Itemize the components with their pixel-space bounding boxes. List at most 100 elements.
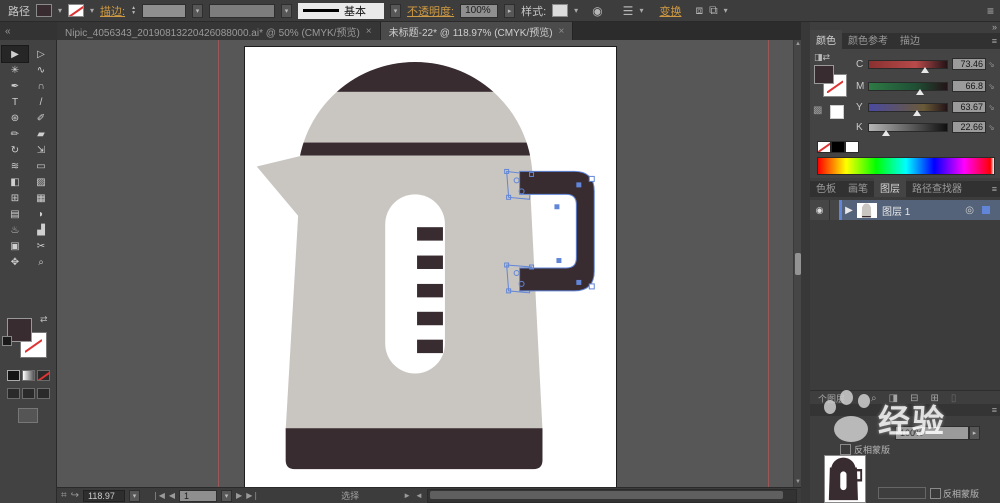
symbol-sprayer-tool[interactable]: ♨ xyxy=(2,222,28,238)
swap-fill-stroke-icon[interactable]: ⇄ xyxy=(40,314,48,325)
object-thumbnail[interactable] xyxy=(824,455,866,503)
artboard[interactable] xyxy=(245,47,616,487)
layer-lock-cell[interactable] xyxy=(830,200,842,220)
invert-mask-checkbox[interactable] xyxy=(840,444,851,455)
yellow-slider[interactable] xyxy=(868,103,948,112)
last-artboard-icon[interactable]: ▶❘ xyxy=(246,491,259,500)
layer-name[interactable]: 图层 1 xyxy=(882,203,910,218)
pencil-tool[interactable]: ✏ xyxy=(2,126,28,142)
perspective-grid-tool[interactable]: ⊞ xyxy=(2,190,28,206)
lasso-tool[interactable]: ∿ xyxy=(28,62,54,78)
select-similar-dropdown-icon[interactable]: ▾ xyxy=(724,6,728,15)
tab-color-guide[interactable]: 颜色参考 xyxy=(842,30,894,49)
eraser-tool[interactable]: ▰ xyxy=(28,126,54,142)
tab-brushes[interactable]: 画笔 xyxy=(842,178,874,197)
document-tab-1-close-icon[interactable]: × xyxy=(366,26,372,37)
fill-stroke-toggle-icon[interactable]: ◨⇄ xyxy=(814,52,830,63)
eyedropper-tool[interactable]: ◗ xyxy=(28,206,54,222)
horizontal-scrollbar[interactable] xyxy=(427,489,797,503)
artboard-number-field[interactable]: 1 xyxy=(179,490,217,502)
mask-thumbnail-placeholder[interactable] xyxy=(878,487,926,499)
align-options-icon[interactable]: ☰ xyxy=(623,4,634,18)
collapse-grid-icon[interactable]: ⌗ xyxy=(61,490,67,501)
control-panel-menu-icon[interactable]: ≡ xyxy=(987,4,994,18)
style-dropdown-icon[interactable]: ▾ xyxy=(574,6,578,15)
document-tab-2[interactable]: 未标题-22* @ 118.97% (CMYK/预览) × xyxy=(381,22,574,40)
fill-dropdown-icon[interactable]: ▾ xyxy=(58,6,62,15)
type-tool[interactable]: T xyxy=(2,94,28,110)
layer-visibility-toggle[interactable]: ◉ xyxy=(810,200,830,220)
make-clipping-mask-icon[interactable]: ◨ xyxy=(889,393,898,404)
stroke-weight-field[interactable] xyxy=(142,4,186,18)
opacity-link[interactable]: 不透明度: xyxy=(407,3,454,19)
black-color-swatch[interactable] xyxy=(831,141,845,153)
select-similar-icon[interactable]: ⧉ xyxy=(709,3,718,18)
black-value-field[interactable]: 22.66 xyxy=(952,121,986,133)
width-profile-dropdown[interactable]: ▾ xyxy=(281,4,292,18)
hscroll-left-icon[interactable]: ► xyxy=(403,491,411,500)
guide-line-left[interactable] xyxy=(218,40,219,487)
gradient-tool[interactable]: ▤ xyxy=(2,206,28,222)
kettle-artwork[interactable] xyxy=(245,47,616,487)
kettle-lid-band-shape[interactable] xyxy=(282,143,581,156)
black-slider[interactable] xyxy=(868,123,948,132)
web-safe-icon[interactable]: ▩ xyxy=(813,105,822,116)
style-swatch[interactable] xyxy=(552,4,568,17)
pen-tool[interactable]: ✒ xyxy=(2,78,28,94)
stroke-color-swatch[interactable] xyxy=(68,4,84,17)
layer-expand-arrow-icon[interactable]: ▶ xyxy=(842,200,856,220)
mesh-tool[interactable]: ▦ xyxy=(28,190,54,206)
default-fill-stroke-icon[interactable] xyxy=(2,336,12,346)
cyan-slider[interactable] xyxy=(868,60,948,69)
brush-definition-field[interactable]: 基本 xyxy=(298,3,384,19)
draw-behind-button[interactable] xyxy=(22,388,35,399)
kettle-base-shape[interactable] xyxy=(286,428,543,469)
layer-target-icon[interactable]: ◎ xyxy=(965,205,974,216)
align-dropdown-icon[interactable]: ▾ xyxy=(639,6,643,15)
tab-stroke[interactable]: 描边 xyxy=(894,30,926,49)
new-sublayer-icon[interactable]: ⊟ xyxy=(910,393,918,404)
transform-link[interactable]: 变换 xyxy=(659,3,681,19)
line-segment-tool[interactable]: / xyxy=(28,94,54,110)
curvature-tool[interactable]: ∩ xyxy=(28,78,54,94)
tab-color[interactable]: 颜色 xyxy=(810,30,842,49)
direct-selection-tool[interactable]: ▷ xyxy=(28,46,54,62)
free-transform-tool[interactable]: ▭ xyxy=(28,158,54,174)
draw-inside-button[interactable] xyxy=(37,388,50,399)
brush-definition-dropdown[interactable]: ▾ xyxy=(390,4,401,18)
artboard-dropdown[interactable]: ▾ xyxy=(221,490,232,502)
tool-panel-collapse[interactable]: « xyxy=(0,22,57,40)
color-panel-menu-icon[interactable]: ≡ xyxy=(992,36,997,46)
transparency-panel-menu-icon[interactable]: ≡ xyxy=(992,405,997,415)
layers-panel-menu-icon[interactable]: ≡ xyxy=(992,184,997,194)
none-button[interactable] xyxy=(37,370,50,381)
scale-tool[interactable]: ⇲ xyxy=(28,142,54,158)
horizontal-scroll-thumb[interactable] xyxy=(430,491,783,499)
tab-swatches[interactable]: 色板 xyxy=(810,178,842,197)
white-color-swatch[interactable] xyxy=(845,141,859,153)
fill-color-swatch[interactable] xyxy=(36,4,52,17)
guide-line-right[interactable] xyxy=(768,40,769,487)
kettle-spout-shape[interactable] xyxy=(257,156,304,223)
selection-tool[interactable]: ▶ xyxy=(2,46,28,62)
recolor-artwork-icon[interactable]: ◉ xyxy=(592,4,602,18)
stroke-dropdown-icon[interactable]: ▾ xyxy=(90,6,94,15)
cyan-slider-thumb[interactable] xyxy=(921,67,929,73)
screen-mode-button[interactable] xyxy=(18,408,38,423)
draw-normal-button[interactable] xyxy=(7,388,20,399)
dock-divider[interactable] xyxy=(801,22,810,503)
shape-builder-tool[interactable]: ◧ xyxy=(2,174,28,190)
yellow-slider-thumb[interactable] xyxy=(913,110,921,116)
stroke-panel-link[interactable]: 描边: xyxy=(100,3,125,19)
none-color-swatch[interactable] xyxy=(817,141,831,153)
document-tab-2-close-icon[interactable]: × xyxy=(559,26,565,37)
color-fill-mini-swatch[interactable] xyxy=(814,65,834,84)
slice-tool[interactable]: ✂ xyxy=(28,238,54,254)
tab-pathfinder[interactable]: 路径查找器 xyxy=(906,178,968,197)
zoom-level-field[interactable]: 118.97 xyxy=(83,490,125,502)
width-tool[interactable]: ≋ xyxy=(2,158,28,174)
rotate-tool[interactable]: ↻ xyxy=(2,142,28,158)
cyan-value-field[interactable]: 73.46 xyxy=(952,58,986,70)
zoom-dropdown[interactable]: ▾ xyxy=(129,490,140,502)
isolate-selected-icon[interactable]: ⧈ xyxy=(695,3,703,18)
